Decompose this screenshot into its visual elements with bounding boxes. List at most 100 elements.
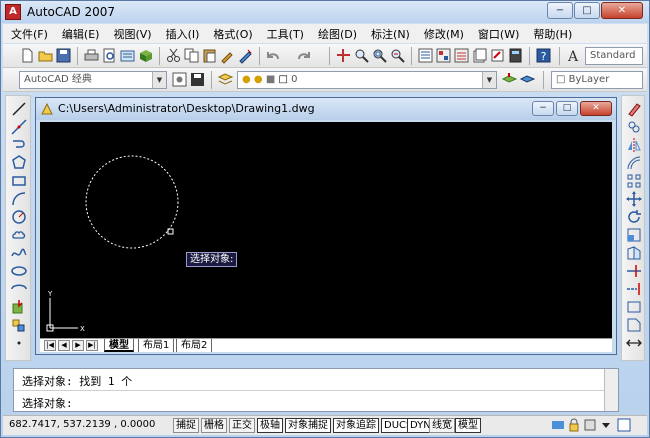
revision-cloud-icon[interactable] — [10, 226, 28, 244]
insert-block-icon[interactable] — [10, 298, 28, 316]
point-icon[interactable] — [10, 334, 28, 352]
offset-icon[interactable] — [625, 154, 643, 172]
layer-previous-icon[interactable] — [519, 71, 536, 88]
erase-icon[interactable] — [625, 100, 643, 118]
mirror-icon[interactable] — [625, 136, 643, 154]
communication-center-icon[interactable] — [551, 418, 565, 432]
menu-draw[interactable]: 绘图(D) — [318, 26, 357, 42]
command-prompt[interactable]: 选择对象: — [22, 395, 73, 411]
drawing-maximize-button[interactable]: □ — [556, 101, 578, 116]
workspace-settings-icon[interactable] — [171, 71, 188, 88]
new-file-icon[interactable] — [19, 47, 36, 64]
zoom-realtime-icon[interactable] — [353, 47, 370, 64]
menu-file[interactable]: 文件(F) — [11, 26, 48, 42]
stretch-icon[interactable] — [625, 244, 643, 262]
line-icon[interactable] — [10, 100, 28, 118]
drawing-minimize-button[interactable]: − — [532, 101, 554, 116]
command-window[interactable]: 选择对象: 找到 1 个 选择对象: — [13, 368, 619, 412]
extend-icon[interactable] — [625, 280, 643, 298]
first-tab-button[interactable]: |◀ — [44, 340, 56, 351]
cut-icon[interactable] — [165, 47, 182, 64]
ortho-toggle[interactable]: 正交 — [229, 418, 255, 433]
selected-circle[interactable] — [85, 155, 179, 249]
last-tab-button[interactable]: ▶| — [86, 340, 98, 351]
next-tab-button[interactable]: ▶ — [72, 340, 84, 351]
polar-toggle[interactable]: 极轴 — [257, 418, 283, 433]
3d-dwf-icon[interactable] — [137, 47, 154, 64]
undo-icon[interactable] — [265, 47, 282, 64]
publish-icon[interactable] — [119, 47, 136, 64]
spline-icon[interactable] — [10, 244, 28, 262]
polygon-icon[interactable] — [10, 154, 28, 172]
command-scrollbar[interactable] — [604, 369, 618, 411]
redo-icon[interactable] — [295, 47, 312, 64]
tray-settings-icon[interactable] — [583, 418, 597, 432]
arc-icon[interactable] — [10, 190, 28, 208]
help-icon[interactable]: ? — [535, 47, 552, 64]
menu-insert[interactable]: 插入(I) — [166, 26, 200, 42]
coordinate-readout[interactable]: 682.7417, 537.2139 , 0.0000 — [9, 419, 155, 430]
otrack-toggle[interactable]: 对象追踪 — [333, 418, 379, 433]
lock-icon[interactable] — [567, 418, 581, 432]
menu-modify[interactable]: 修改(M) — [424, 26, 464, 42]
workspace-save-icon[interactable] — [189, 71, 206, 88]
make-object-layer-current-icon[interactable] — [501, 71, 518, 88]
rotate-icon[interactable] — [625, 208, 643, 226]
trim-icon[interactable] — [625, 262, 643, 280]
ellipse-arc-icon[interactable] — [10, 280, 28, 298]
paste-icon[interactable] — [201, 47, 218, 64]
minimize-button[interactable]: − — [547, 2, 573, 19]
make-block-icon[interactable] — [10, 316, 28, 334]
osnap-toggle[interactable]: 对象捕捉 — [285, 418, 331, 433]
tool-palettes-icon[interactable] — [453, 47, 470, 64]
array-icon[interactable] — [625, 172, 643, 190]
model-space-canvas[interactable]: Y X 选择对象: — [40, 122, 612, 338]
drawing-close-button[interactable]: ✕ — [580, 101, 612, 116]
menu-help[interactable]: 帮助(H) — [533, 26, 572, 42]
break-icon[interactable] — [625, 298, 643, 316]
close-button[interactable]: ✕ — [601, 2, 643, 19]
chamfer-icon[interactable] — [625, 316, 643, 334]
text-style-select[interactable]: Standard — [585, 47, 643, 65]
print-preview-icon[interactable] — [101, 47, 118, 64]
menu-dimension[interactable]: 标注(N) — [371, 26, 410, 42]
markup-set-icon[interactable] — [489, 47, 506, 64]
lineweight-toggle[interactable]: 线宽 — [429, 418, 455, 433]
snap-toggle[interactable]: 捕捉 — [173, 418, 199, 433]
scale-icon[interactable] — [625, 226, 643, 244]
circle-icon[interactable] — [10, 208, 28, 226]
text-style-icon[interactable]: A — [565, 47, 582, 65]
pan-icon[interactable] — [335, 47, 352, 64]
ellipse-icon[interactable] — [10, 262, 28, 280]
zoom-previous-icon[interactable] — [389, 47, 406, 64]
polyline-icon[interactable] — [10, 136, 28, 154]
open-file-icon[interactable] — [37, 47, 54, 64]
clean-screen-icon[interactable] — [617, 418, 631, 432]
layer-properties-icon[interactable] — [217, 71, 234, 88]
block-editor-icon[interactable] — [237, 47, 254, 64]
menu-window[interactable]: 窗口(W) — [478, 26, 519, 42]
construction-line-icon[interactable] — [10, 118, 28, 136]
explode-icon[interactable] — [625, 334, 643, 352]
tab-layout1[interactable]: 布局1 — [138, 339, 175, 352]
layer-select[interactable]: ● ● ■ □ 0 ▼ — [237, 71, 497, 89]
save-icon[interactable] — [55, 47, 72, 64]
menu-view[interactable]: 视图(V) — [113, 26, 151, 42]
menu-format[interactable]: 格式(O) — [213, 26, 252, 42]
maximize-button[interactable]: □ — [574, 2, 600, 19]
menu-tools[interactable]: 工具(T) — [267, 26, 304, 42]
tab-model[interactable]: 模型 — [104, 339, 134, 352]
copy-object-icon[interactable] — [625, 118, 643, 136]
model-toggle[interactable]: 模型 — [455, 418, 481, 433]
move-icon[interactable] — [625, 190, 643, 208]
sheet-set-icon[interactable] — [471, 47, 488, 64]
copy-icon[interactable] — [183, 47, 200, 64]
status-bar-menu-icon[interactable] — [599, 418, 613, 432]
calculator-icon[interactable] — [507, 47, 524, 64]
print-icon[interactable] — [83, 47, 100, 64]
design-center-icon[interactable] — [435, 47, 452, 64]
prev-tab-button[interactable]: ◀ — [58, 340, 70, 351]
rectangle-icon[interactable] — [10, 172, 28, 190]
grid-toggle[interactable]: 栅格 — [201, 418, 227, 433]
workspace-select[interactable]: AutoCAD 经典 ▼ — [19, 71, 167, 89]
